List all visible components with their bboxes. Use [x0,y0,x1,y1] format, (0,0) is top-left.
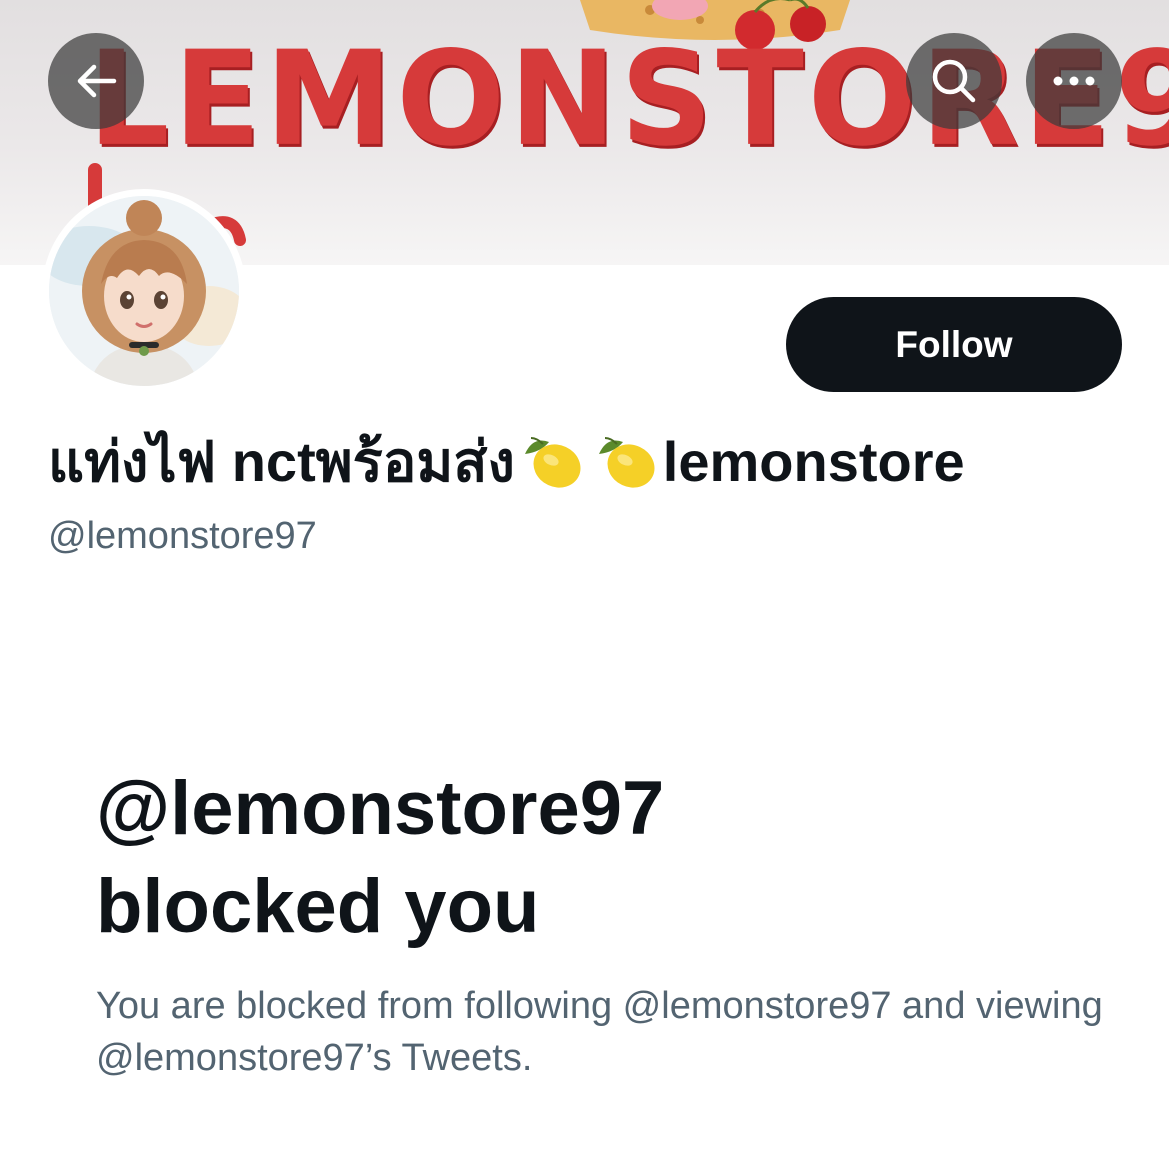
blocked-message: You are blocked from following @lemonsto… [96,985,1103,1079]
lemon-emoji-icon [524,437,581,488]
profile-handle: @lemonstore97 [48,515,317,557]
follow-button[interactable]: Follow [786,297,1122,392]
avatar[interactable] [42,189,246,393]
search-button[interactable] [906,33,1002,129]
display-name: แท่งไฟ nctพร้อมส่ง lemonstore [48,428,965,496]
lemon-emoji-icon [598,437,655,488]
display-name-text: แท่งไฟ nctพร้อมส่ง [48,430,515,493]
more-icon [1053,76,1095,86]
blocked-title: @lemonstore97 blocked you [96,760,664,956]
display-name-suffix: lemonstore [662,430,965,493]
blocked-title-handle: @lemonstore97 [96,766,665,851]
back-button[interactable] [48,33,144,129]
avatar-image [49,196,239,386]
blocked-title-text: blocked you [96,864,540,949]
avatar-illustration [49,196,239,386]
search-icon [932,59,976,103]
arrow-left-icon [77,64,117,98]
more-options-button[interactable] [1026,33,1122,129]
banner-wordmark: LEMONSTORE97 [88,23,1169,176]
